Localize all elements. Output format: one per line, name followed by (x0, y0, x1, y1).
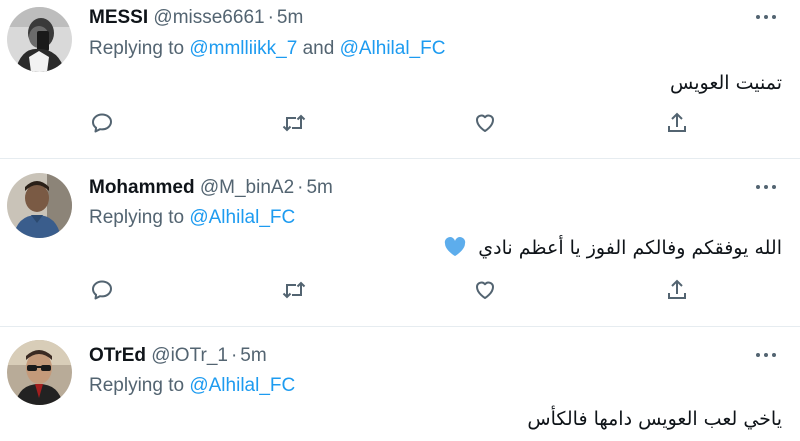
avatar[interactable] (7, 173, 72, 238)
separator-dot: · (230, 345, 238, 366)
retweet-icon[interactable] (281, 277, 307, 303)
tweet-text: الله يوفقكم وفالكم الفوز يا أعظم نادي (444, 236, 782, 263)
mention-link[interactable]: @Alhilal_FC (340, 38, 446, 59)
tweet[interactable]: OTrEd @iOTr_1 · 5m Replying to @Alhilal_FC… (0, 327, 800, 441)
retweet-icon[interactable] (281, 110, 307, 136)
share-icon[interactable] (664, 277, 690, 303)
replying-to: Replying to @mmlliikk_7 and @Alhilal_FC (89, 38, 445, 60)
tweet[interactable]: MESSI @misse6661 · 5m Replying to @mmlliik… (0, 0, 800, 159)
tweet-text: ياخي لعب العويس دامها فالكأس (527, 408, 782, 430)
mention-joiner: and (297, 38, 340, 59)
tweet-text: تمنيت العويس (670, 72, 782, 94)
replying-to: Replying to @Alhilal_FC (89, 207, 295, 229)
display-name[interactable]: OTrEd (89, 345, 146, 366)
action-bar (89, 277, 690, 303)
avatar[interactable] (7, 340, 72, 405)
timestamp[interactable]: 5m (306, 177, 332, 198)
tweet-text-content: الله يوفقكم وفالكم الفوز يا أعظم نادي (478, 237, 782, 259)
separator-dot: · (267, 7, 274, 28)
tweet[interactable]: Mohammed @M_binA2 · 5m Replying to @Alhila… (0, 159, 800, 327)
timestamp[interactable]: 5m (277, 7, 303, 28)
replying-to: Replying to @Alhilal_FC (89, 375, 295, 397)
replying-to-label: Replying to (89, 38, 190, 59)
user-handle[interactable]: @misse6661 (153, 7, 264, 28)
more-horizontal-icon[interactable] (752, 344, 780, 366)
mention-link[interactable]: @Alhilal_FC (189, 207, 295, 228)
blue-heart-icon (444, 237, 466, 263)
tweet-header: Mohammed @M_binA2 · 5m (89, 177, 333, 199)
display-name[interactable]: Mohammed (89, 177, 195, 198)
avatar[interactable] (7, 7, 72, 72)
share-icon[interactable] (664, 110, 690, 136)
timestamp[interactable]: 5m (240, 345, 266, 366)
tweet-header: OTrEd @iOTr_1 · 5m (89, 345, 267, 367)
tweet-header: MESSI @misse6661 · 5m (89, 7, 303, 29)
replying-to-label: Replying to (89, 207, 190, 228)
mention-link[interactable]: @Alhilal_FC (189, 375, 295, 396)
reply-icon[interactable] (89, 277, 115, 303)
replying-to-label: Replying to (89, 375, 190, 396)
more-horizontal-icon[interactable] (752, 6, 780, 28)
display-name[interactable]: MESSI (89, 7, 148, 28)
separator-dot: · (297, 177, 304, 198)
heart-icon[interactable] (472, 110, 498, 136)
user-handle[interactable]: @iOTr_1 (151, 345, 228, 366)
reply-icon[interactable] (89, 110, 115, 136)
action-bar (89, 110, 690, 136)
user-handle[interactable]: @M_binA2 (200, 177, 294, 198)
mention-link[interactable]: @mmlliikk_7 (189, 38, 297, 59)
more-horizontal-icon[interactable] (752, 176, 780, 198)
heart-icon[interactable] (472, 277, 498, 303)
